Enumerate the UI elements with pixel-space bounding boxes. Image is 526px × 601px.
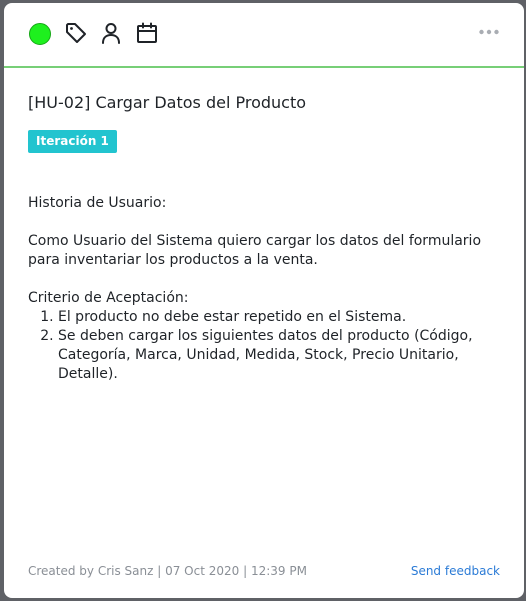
card-title: [HU-02] Cargar Datos del Producto xyxy=(28,93,307,112)
iteration-badge[interactable]: Iteración 1 xyxy=(28,130,117,153)
more-options-icon[interactable] xyxy=(478,24,500,40)
send-feedback-link[interactable]: Send feedback xyxy=(411,564,500,578)
card-description: Historia de Usuario: Como Usuario del Si… xyxy=(28,194,498,384)
user-icon[interactable] xyxy=(99,21,123,45)
status-indicator[interactable] xyxy=(29,23,51,45)
criteria-item: El producto no debe estar repetido en el… xyxy=(58,308,498,327)
story-heading: Historia de Usuario: xyxy=(28,195,167,211)
criteria-item: Se deben cargar los siguientes datos del… xyxy=(58,327,498,384)
criteria-heading: Criterio de Aceptación: xyxy=(28,290,189,306)
story-text: Como Usuario del Sistema quiero cargar l… xyxy=(28,233,482,268)
criteria-list: El producto no debe estar repetido en el… xyxy=(28,308,498,384)
created-by-meta: Created by Cris Sanz | 07 Oct 2020 | 12:… xyxy=(28,564,307,578)
card-panel: [HU-02] Cargar Datos del Producto Iterac… xyxy=(4,3,524,598)
tag-icon[interactable] xyxy=(64,21,88,45)
card-toolbar xyxy=(4,3,524,68)
calendar-icon[interactable] xyxy=(135,21,159,45)
